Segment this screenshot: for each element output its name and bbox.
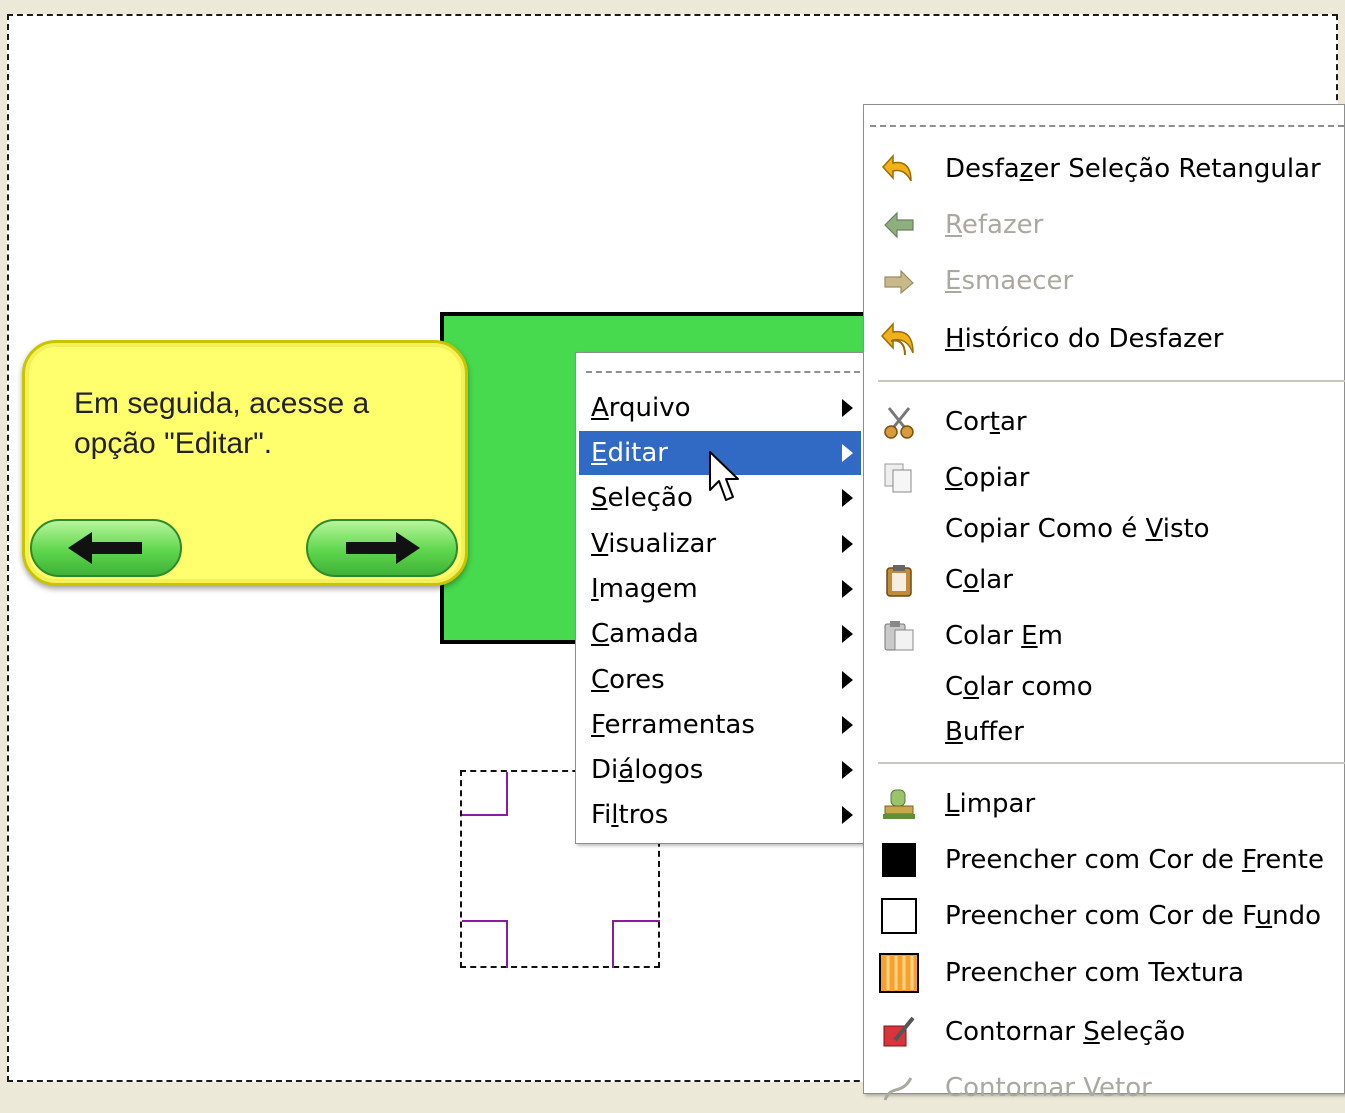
edit-menu-item-preencher-com-textura[interactable]: Preencher com Textura	[879, 948, 1345, 998]
edit-menu-item-label: Preencher com Textura	[945, 958, 1245, 988]
menu-item-label: Imagem	[591, 574, 698, 604]
edit-menu-item-desfazer-selecao-retangular[interactable]: Desfazer Seleção Retangular	[879, 144, 1345, 194]
submenu-arrow-icon	[842, 580, 853, 598]
submenu-arrow-icon	[842, 535, 853, 553]
edit-menu-item-label: Buffer	[945, 717, 1024, 747]
mouse-pointer-icon	[709, 451, 739, 501]
paste-into-icon	[879, 616, 919, 656]
submenu-arrow-icon	[842, 761, 853, 779]
submenu-arrow-icon	[842, 671, 853, 689]
submenu-tearoff[interactable]	[870, 125, 1344, 127]
selection-handle-bottom-right[interactable]	[612, 920, 660, 968]
tooltip-line-2: opção "Editar".	[74, 427, 273, 460]
next-button[interactable]	[306, 519, 458, 577]
tooltip-text: Em seguida, acesse a opção "Editar".	[74, 384, 454, 464]
edit-menu-item-label: Desfazer Seleção Retangular	[945, 154, 1321, 184]
edit-menu-item-copiar-como-e-visto[interactable]: Copiar Como é Visto	[879, 504, 1345, 554]
menu-item-ferramentas[interactable]: Ferramentas	[579, 703, 861, 747]
submenu-arrow-icon	[842, 489, 853, 507]
edit-menu-item-colar-em[interactable]: Colar Em	[879, 611, 1345, 661]
submenu-arrow-icon	[842, 806, 853, 824]
edit-menu-item-label: Cortar	[945, 407, 1027, 437]
edit-menu-item-cortar[interactable]: Cortar	[879, 397, 1345, 447]
submenu-arrow-icon	[842, 716, 853, 734]
edit-menu-item-label: Histórico do Desfazer	[945, 324, 1224, 354]
arrow-right-icon	[346, 532, 420, 564]
menu-item-label: Ferramentas	[591, 710, 755, 740]
edit-menu-item-label: Colar como	[945, 672, 1093, 702]
submenu-arrow-icon	[842, 625, 853, 643]
menu-item-filtros[interactable]: Filtros	[579, 793, 861, 837]
copy-icon	[879, 458, 919, 498]
edit-menu-item-label: Preencher com Cor de Frente	[945, 845, 1324, 875]
submenu-arrow-icon	[842, 444, 853, 462]
edit-menu-item-esmaecer: Esmaecer	[879, 256, 1345, 306]
menu-item-visualizar[interactable]: Visualizar	[579, 522, 861, 566]
edit-menu-item-buffer[interactable]: Buffer	[879, 707, 1345, 757]
menu-item-cores[interactable]: Cores	[579, 658, 861, 702]
menu-item-camada[interactable]: Camada	[579, 612, 861, 656]
redo-icon	[879, 205, 919, 245]
menu-item-label: Visualizar	[591, 529, 717, 559]
edit-menu-item-historico-do-desfazer[interactable]: Histórico do Desfazer	[879, 314, 1345, 364]
menu-item-label: Arquivo	[591, 393, 691, 423]
paste-icon	[879, 560, 919, 600]
empty-icon-slot	[879, 667, 919, 707]
edit-menu-item-label: Copiar Como é Visto	[945, 514, 1210, 544]
undo-history-icon	[879, 319, 919, 359]
menu-item-label: Camada	[591, 619, 699, 649]
edit-menu-item-refazer: Refazer	[879, 200, 1345, 250]
edit-menu-item-label: Copiar	[945, 463, 1030, 493]
empty-icon-slot	[879, 712, 919, 752]
menu-item-arquivo[interactable]: Arquivo	[579, 386, 861, 430]
clear-icon	[879, 784, 919, 824]
tooltip-line-1: Em seguida, acesse a	[74, 387, 370, 420]
menu-item-dialogos[interactable]: Diálogos	[579, 748, 861, 792]
edit-menu-item-label: Colar Em	[945, 621, 1063, 651]
edit-menu-item-label: Contornar Seleção	[945, 1017, 1186, 1047]
pattern-swatch-icon	[879, 953, 919, 993]
submenu-arrow-icon	[842, 399, 853, 417]
edit-menu-item-preencher-com-cor-de-frente[interactable]: Preencher com Cor de Frente	[879, 835, 1345, 885]
bg-color-swatch-icon	[879, 896, 919, 936]
edit-menu-item-label: Esmaecer	[945, 266, 1074, 296]
undo-icon	[879, 149, 919, 189]
menu-separator	[878, 380, 1345, 382]
menu-item-label: Editar	[591, 438, 668, 468]
menu-item-label: Filtros	[591, 800, 669, 830]
edit-menu-item-contornar-selecao[interactable]: Contornar Seleção	[879, 1007, 1345, 1057]
selection-handle-top-left[interactable]	[462, 772, 508, 816]
back-button[interactable]	[30, 519, 182, 577]
edit-menu-item-contornar-vetor: Contornar Vetor	[879, 1063, 1345, 1113]
menu-tearoff[interactable]	[586, 371, 860, 373]
scissors-icon	[879, 402, 919, 442]
edit-menu-item-limpar[interactable]: Limpar	[879, 779, 1345, 829]
edit-menu-item-label: Limpar	[945, 789, 1036, 819]
menu-item-label: Diálogos	[591, 755, 704, 785]
menu-item-label: Cores	[591, 665, 665, 695]
menu-item-imagem[interactable]: Imagem	[579, 567, 861, 611]
stroke-path-icon	[879, 1068, 919, 1108]
menu-separator	[878, 762, 1345, 764]
fade-icon	[879, 261, 919, 301]
edit-menu-item-copiar[interactable]: Copiar	[879, 453, 1345, 503]
edit-menu-item-label: Preencher com Cor de Fundo	[945, 901, 1322, 931]
edit-menu-item-preencher-com-cor-de-fundo[interactable]: Preencher com Cor de Fundo	[879, 891, 1345, 941]
edit-menu-item-colar[interactable]: Colar	[879, 555, 1345, 605]
selection-handle-bottom-left[interactable]	[462, 920, 508, 968]
edit-menu-item-label: Refazer	[945, 210, 1044, 240]
menu-item-label: Seleção	[591, 483, 693, 513]
edit-menu-item-label: Contornar Vetor	[945, 1073, 1152, 1103]
fg-color-swatch-icon	[879, 840, 919, 880]
arrow-left-icon	[68, 532, 142, 564]
edit-menu-item-colar-como[interactable]: Colar como	[879, 662, 1345, 712]
stroke-selection-icon	[879, 1012, 919, 1052]
empty-icon-slot	[879, 509, 919, 549]
edit-menu-item-label: Colar	[945, 565, 1013, 595]
